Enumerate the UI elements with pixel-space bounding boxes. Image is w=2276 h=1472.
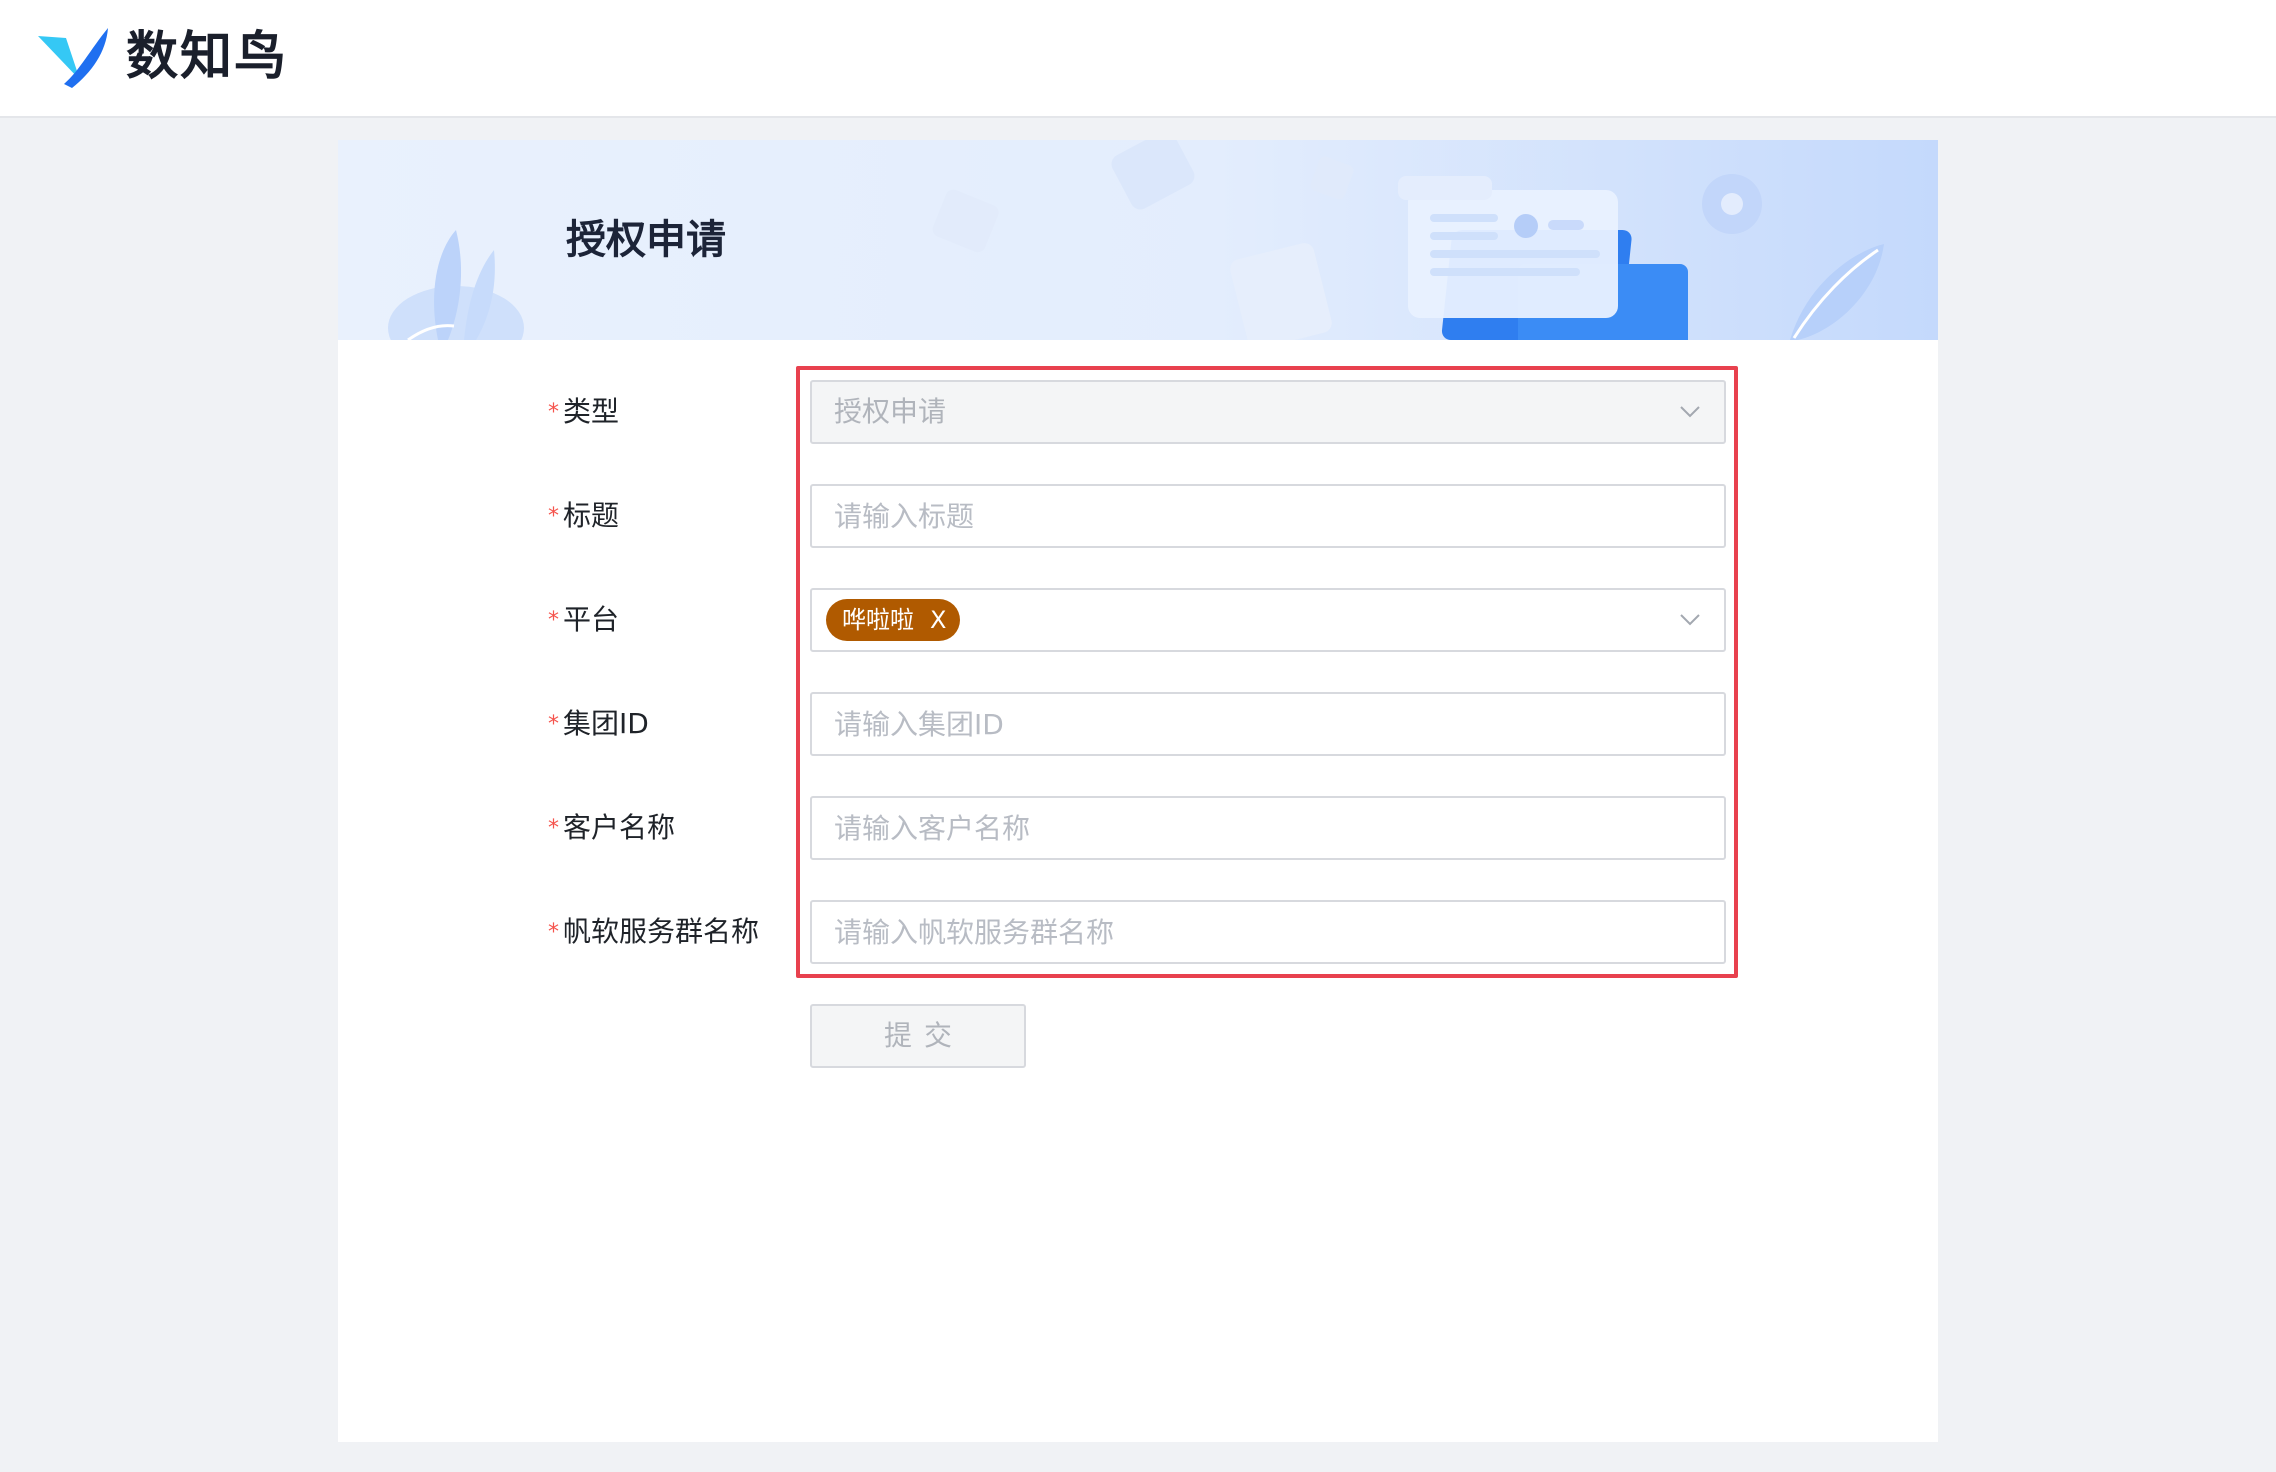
customer-name-field-wrapper	[810, 796, 1726, 860]
platform-tag: 哗啦啦 X	[826, 599, 961, 641]
required-mark: *	[548, 608, 559, 633]
brand-name[interactable]: 数知鸟	[126, 24, 288, 90]
form-row-platform: * 平台 哗啦啦 X	[338, 588, 1938, 652]
title-input[interactable]	[812, 486, 1724, 546]
title-field-wrapper	[810, 484, 1726, 548]
close-icon[interactable]: X	[930, 599, 946, 641]
service-group-field-wrapper	[810, 900, 1726, 964]
required-mark: *	[548, 816, 559, 841]
form-row-service-group: * 帆软服务群名称	[338, 900, 1938, 964]
form-row-title: * 标题	[338, 484, 1938, 548]
chevron-down-icon	[1680, 406, 1700, 418]
group-id-field-wrapper	[810, 692, 1726, 756]
required-mark: *	[548, 920, 559, 945]
form-row-customer-name: * 客户名称	[338, 796, 1938, 860]
submit-button[interactable]: 提交	[810, 1004, 1026, 1068]
form-row-group-id: * 集团ID	[338, 692, 1938, 756]
chevron-down-icon	[1680, 614, 1700, 626]
service-group-input[interactable]	[812, 902, 1724, 962]
bird-logo-icon[interactable]	[36, 24, 110, 90]
customer-name-input[interactable]	[812, 798, 1724, 858]
required-mark: *	[548, 400, 559, 425]
form-row-type: * 类型 授权申请	[338, 380, 1938, 444]
top-navigation-bar: 数知鸟	[0, 0, 2276, 118]
required-mark: *	[548, 504, 559, 529]
group-id-input[interactable]	[812, 694, 1724, 754]
page-title: 授权申请	[566, 217, 726, 263]
required-mark: *	[548, 712, 559, 737]
platform-tag-label: 哗啦啦	[842, 606, 914, 634]
type-select[interactable]: 授权申请	[810, 380, 1726, 444]
type-select-value: 授权申请	[834, 395, 947, 428]
platform-multi-select[interactable]: 哗啦啦 X	[810, 588, 1726, 652]
application-card: 授权申请 *类型 授权申请 *标题 *平台 哗啦啦X	[338, 140, 1938, 1442]
page-banner: 授权申请	[338, 140, 1938, 340]
